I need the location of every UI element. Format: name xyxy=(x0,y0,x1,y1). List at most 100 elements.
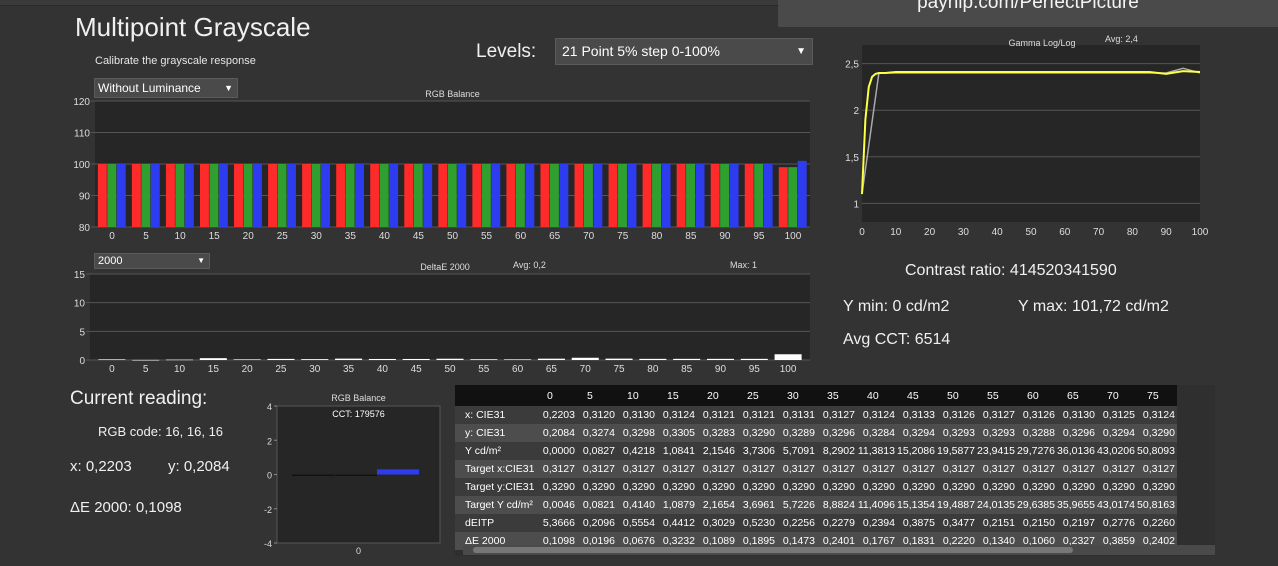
bar xyxy=(686,164,696,227)
current-x: x: 0,2203 xyxy=(70,458,132,475)
table-cell: 0,3127 xyxy=(622,463,655,475)
bar xyxy=(537,358,565,360)
table-cell: 0,0046 xyxy=(542,499,575,511)
table-cell: 1,0879 xyxy=(662,499,695,511)
x-tick-label: 70 xyxy=(580,364,592,375)
table-cell: 0,3127 xyxy=(1142,463,1175,475)
table-cell: 0,3298 xyxy=(622,427,655,439)
x-tick-label: 15 xyxy=(208,364,220,375)
bar xyxy=(267,358,295,360)
row-label: x: CIE31 xyxy=(465,409,506,421)
x-tick-label: 75 xyxy=(613,364,625,375)
y-max: Y max: 101,72 cd/m2 xyxy=(1018,298,1169,315)
bar xyxy=(491,164,501,227)
x-tick-label: 40 xyxy=(377,364,389,375)
table-cell: 0,3283 xyxy=(702,427,735,439)
x-tick-label: 100 xyxy=(1192,227,1209,238)
scrollbar-thumb[interactable] xyxy=(473,547,1073,553)
table-cell: 0,5554 xyxy=(622,517,655,529)
x-tick-label: 10 xyxy=(174,364,186,375)
bar xyxy=(788,167,798,227)
deltae-formula-value: 2000 xyxy=(98,255,123,267)
y-tick-label: 2 xyxy=(853,106,859,117)
bar xyxy=(116,164,126,227)
bar xyxy=(377,469,419,475)
bar xyxy=(132,359,160,361)
table-cell: 0,3288 xyxy=(1022,427,1055,439)
bar xyxy=(438,164,448,227)
bar xyxy=(243,164,253,227)
y-tick-label: 100 xyxy=(73,160,90,171)
table-cell: 0,2279 xyxy=(822,517,855,529)
page-subtitle: Calibrate the grayscale response xyxy=(95,55,256,67)
table-cell: 0,3127 xyxy=(542,463,575,475)
table-cell: 0,3296 xyxy=(1062,427,1095,439)
column-header: 35 xyxy=(817,385,857,406)
levels-dropdown[interactable]: 21 Point 5% step 0-100% ▼ xyxy=(555,38,813,65)
bar xyxy=(710,164,720,227)
table-cell: 43,0174 xyxy=(1097,499,1135,511)
bar xyxy=(302,164,312,227)
table-cell: 29,7276 xyxy=(1017,445,1055,457)
column-header: 0 xyxy=(537,385,577,406)
current-rgb-code: RGB code: 16, 16, 16 xyxy=(98,424,224,439)
table-cell: 50,8093 xyxy=(1137,445,1175,457)
bar xyxy=(457,164,467,227)
y-tick-label: 1 xyxy=(853,199,859,210)
table-cell: 0,3290 xyxy=(1102,481,1135,493)
row-label: y: CIE31 xyxy=(465,427,506,439)
table-cell: 24,0135 xyxy=(977,499,1015,511)
deltae-formula-dropdown[interactable]: 2000 ▼ xyxy=(94,253,210,269)
bar xyxy=(402,358,430,360)
x-tick-label: 65 xyxy=(546,364,558,375)
table-cell: 0,3290 xyxy=(742,481,775,493)
table-cell: 35,9655 xyxy=(1057,499,1095,511)
table-cell: 0,3127 xyxy=(862,463,895,475)
x-tick-label: 20 xyxy=(924,227,936,238)
x-tick-label: 35 xyxy=(343,364,355,375)
table-cell: 0,3875 xyxy=(902,517,935,529)
table-cell: 0,3127 xyxy=(942,463,975,475)
bar xyxy=(720,164,730,227)
table-cell: 11,3813 xyxy=(857,445,895,457)
table-cell: 0,3290 xyxy=(942,481,975,493)
watermark-banner: payhip.com/PerfectPicture xyxy=(778,0,1278,27)
plot-area xyxy=(90,274,810,360)
bar xyxy=(540,164,550,227)
table-cell: 0,3284 xyxy=(862,427,895,439)
bar xyxy=(107,164,117,227)
x-tick-label: 35 xyxy=(345,231,357,242)
bar xyxy=(436,358,464,360)
table-cell: 0,3120 xyxy=(582,409,615,421)
x-tick-label: 60 xyxy=(515,231,527,242)
table-cell: 0,3127 xyxy=(822,463,855,475)
table-cell: 0,3124 xyxy=(662,409,695,421)
bar xyxy=(141,164,151,227)
table-cell: 15,1354 xyxy=(897,499,935,511)
bar xyxy=(233,359,261,360)
table-cell: 0,3290 xyxy=(742,427,775,439)
bar xyxy=(292,474,334,476)
bar xyxy=(370,164,380,227)
bar xyxy=(515,164,525,227)
table-cell: 0,3290 xyxy=(902,481,935,493)
column-header: 30 xyxy=(777,385,817,406)
table-cell: 0,3126 xyxy=(1022,409,1055,421)
table-cell: 0,3290 xyxy=(982,481,1015,493)
y-tick-label: 2 xyxy=(267,436,272,446)
bar xyxy=(506,164,516,227)
bar xyxy=(574,164,584,227)
table-cell: 0,3290 xyxy=(622,481,655,493)
table-cell: 0,4140 xyxy=(622,499,655,511)
x-tick-label: 95 xyxy=(753,231,765,242)
row-label: Y cd/m² xyxy=(465,445,501,457)
x-tick-label: 90 xyxy=(1161,227,1173,238)
bar xyxy=(97,164,107,227)
bar xyxy=(335,358,363,360)
rgb-balance-chart: RGB Balance 80 90 100 110 120 0 5 10 15 20 25 30 35 40… xyxy=(73,89,810,242)
contrast-ratio: Contrast ratio: 414520341590 xyxy=(905,262,1117,279)
table-cell: 0,3127 xyxy=(902,463,935,475)
table-cell: 0,5230 xyxy=(742,517,775,529)
bar xyxy=(608,164,618,227)
bar xyxy=(504,359,532,360)
